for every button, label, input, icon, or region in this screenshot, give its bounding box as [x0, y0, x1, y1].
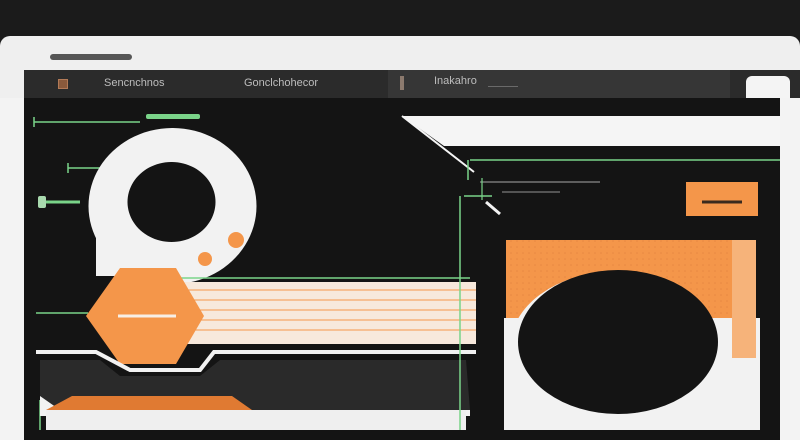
ring-icon — [88, 128, 257, 284]
illustration-canvas — [33, 114, 780, 430]
media-card — [504, 240, 760, 430]
bottom-drawer — [40, 360, 470, 430]
green-tag-top — [146, 114, 200, 119]
minus-icon[interactable] — [686, 182, 758, 216]
header-shard — [401, 115, 780, 173]
green-tag-left — [38, 196, 46, 208]
cursor-icon — [485, 200, 501, 216]
